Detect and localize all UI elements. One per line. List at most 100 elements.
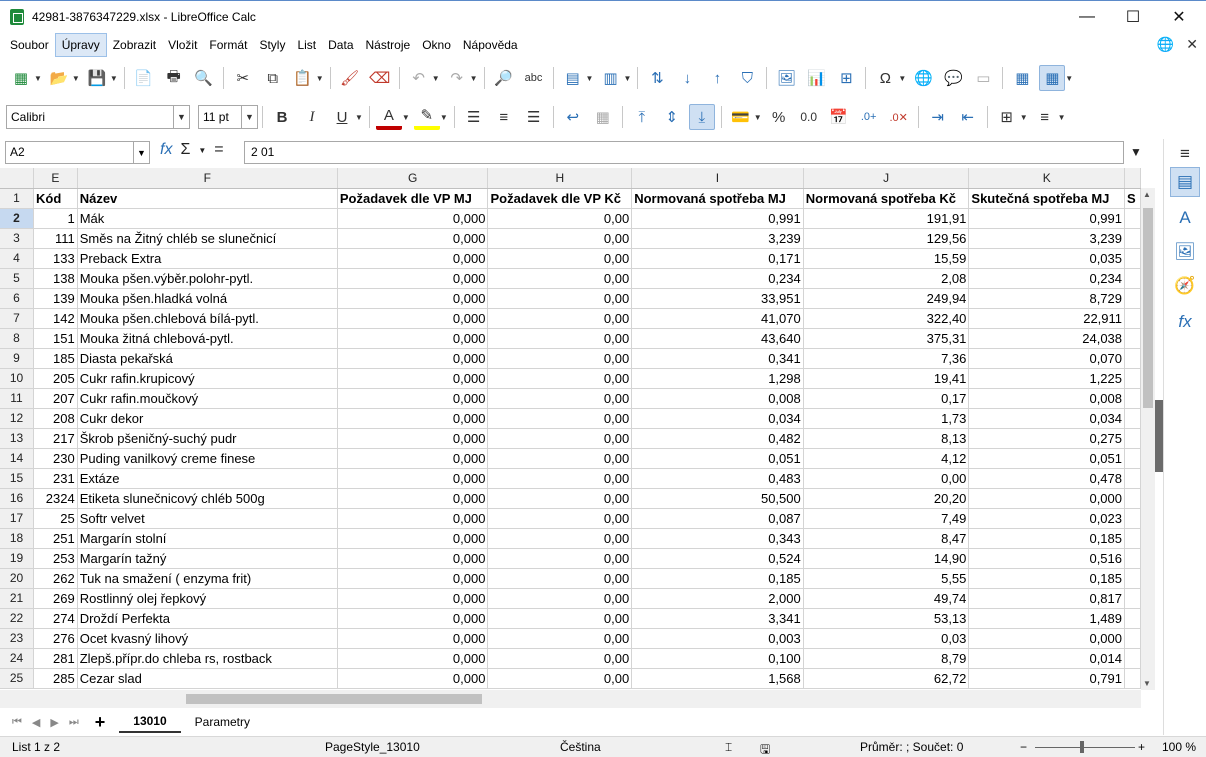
table-cell[interactable]: 33,951 bbox=[631, 288, 804, 309]
menu-file[interactable]: Soubor bbox=[4, 34, 55, 56]
row-header[interactable]: 21 bbox=[0, 588, 35, 609]
column-header[interactable] bbox=[1124, 168, 1141, 189]
align-bottom-icon[interactable]: ⤓ bbox=[688, 104, 715, 130]
row-header[interactable]: 11 bbox=[0, 388, 35, 409]
align-top-icon[interactable]: ⤒ bbox=[629, 104, 655, 130]
table-cell[interactable]: 205 bbox=[33, 368, 78, 389]
table-cell[interactable]: Margarín tažný bbox=[77, 548, 338, 569]
save-icon[interactable]: 💾 bbox=[84, 65, 110, 91]
merge-cells-icon[interactable]: ▦ bbox=[590, 104, 616, 130]
table-cell[interactable]: 111 bbox=[33, 228, 78, 249]
table-cell[interactable]: Normovaná spotřeba MJ bbox=[631, 188, 804, 209]
table-cell[interactable]: 269 bbox=[33, 588, 78, 609]
table-cell[interactable]: 142 bbox=[33, 308, 78, 329]
function-wizard-icon[interactable]: fx bbox=[160, 141, 172, 159]
table-cell[interactable]: 41,070 bbox=[631, 308, 804, 329]
table-cell[interactable]: 5,55 bbox=[803, 568, 970, 589]
table-cell[interactable]: 0,00 bbox=[487, 268, 633, 289]
table-cell[interactable]: 185 bbox=[33, 348, 78, 369]
print-icon[interactable]: 🖶 bbox=[161, 65, 187, 91]
table-cell[interactable]: Etiketa slunečnicový chléb 500g bbox=[77, 488, 338, 509]
table-cell[interactable]: 0,00 bbox=[487, 488, 633, 509]
table-cell[interactable]: 0,000 bbox=[337, 568, 489, 589]
table-cell[interactable]: Požadavek dle VP Kč bbox=[487, 188, 633, 209]
table-cell[interactable]: 0,000 bbox=[337, 228, 489, 249]
table-cell[interactable]: 129,56 bbox=[803, 228, 970, 249]
table-cell[interactable]: 0,000 bbox=[337, 288, 489, 309]
new-document-icon[interactable]: ▦ bbox=[8, 65, 34, 91]
table-cell[interactable]: Tuk na smažení ( enzyma frit) bbox=[77, 568, 338, 589]
table-cell[interactable]: 1 bbox=[33, 208, 78, 229]
delete-decimal-icon[interactable]: .0✕ bbox=[886, 104, 912, 130]
column-header[interactable]: G bbox=[337, 168, 489, 189]
table-cell[interactable]: 1,568 bbox=[631, 668, 804, 689]
zoom-out-icon[interactable]: − bbox=[1020, 740, 1027, 754]
column-header[interactable]: F bbox=[77, 168, 338, 189]
table-cell[interactable]: 0,00 bbox=[487, 308, 633, 329]
table-cell[interactable] bbox=[1124, 568, 1141, 589]
table-cell[interactable]: 0,00 bbox=[487, 528, 633, 549]
autofilter-icon[interactable]: ⛉ bbox=[734, 65, 760, 91]
selection-mode-icon[interactable]: ⌶ bbox=[725, 740, 732, 755]
table-cell[interactable]: 151 bbox=[33, 328, 78, 349]
row-header[interactable]: 23 bbox=[0, 628, 35, 649]
zoom-in-icon[interactable]: + bbox=[1138, 740, 1145, 754]
formula-input[interactable]: 2 01 bbox=[244, 141, 1124, 164]
table-cell[interactable]: 0,008 bbox=[631, 388, 804, 409]
table-cell[interactable] bbox=[1124, 348, 1141, 369]
table-cell[interactable]: Normovaná spotřeba Kč bbox=[803, 188, 970, 209]
table-cell[interactable]: 0,00 bbox=[487, 408, 633, 429]
table-cell[interactable] bbox=[1124, 288, 1141, 309]
table-cell[interactable]: 62,72 bbox=[803, 668, 970, 689]
percent-format-icon[interactable]: % bbox=[766, 104, 792, 130]
table-cell[interactable]: 0,00 bbox=[487, 368, 633, 389]
table-cell[interactable]: 2,08 bbox=[803, 268, 970, 289]
table-cell[interactable]: 43,640 bbox=[631, 328, 804, 349]
table-cell[interactable]: Cukr rafin.krupicový bbox=[77, 368, 338, 389]
horizontal-scrollbar[interactable] bbox=[0, 690, 1141, 708]
chevron-down-icon[interactable]: ▼ bbox=[198, 146, 206, 155]
table-cell[interactable]: Softr velvet bbox=[77, 508, 338, 529]
table-cell[interactable]: Škrob pšeničný-suchý pudr bbox=[77, 428, 338, 449]
row-header[interactable]: 10 bbox=[0, 368, 35, 389]
insert-image-icon[interactable]: 🖼 bbox=[773, 65, 799, 91]
table-cell[interactable]: 0,17 bbox=[803, 388, 970, 409]
table-cell[interactable]: 0,000 bbox=[337, 348, 489, 369]
table-cell[interactable] bbox=[1124, 488, 1141, 509]
gallery-icon[interactable]: 🖼 bbox=[1170, 237, 1200, 267]
sidebar-menu-icon[interactable]: ≡ bbox=[1170, 139, 1200, 169]
table-cell[interactable]: 0,185 bbox=[968, 568, 1126, 589]
define-print-area-icon[interactable]: ▦ bbox=[1009, 65, 1035, 91]
table-cell[interactable] bbox=[1124, 368, 1141, 389]
row-header[interactable]: 3 bbox=[0, 228, 35, 249]
table-cell[interactable]: Preback Extra bbox=[77, 248, 338, 269]
italic-icon[interactable]: I bbox=[299, 104, 325, 130]
menu-data[interactable]: Data bbox=[322, 34, 359, 56]
row-header[interactable]: 4 bbox=[0, 248, 35, 269]
menu-window[interactable]: Okno bbox=[416, 34, 457, 56]
table-cell[interactable]: 53,13 bbox=[803, 608, 970, 629]
row-header[interactable]: 17 bbox=[0, 508, 35, 529]
table-cell[interactable]: 0,343 bbox=[631, 528, 804, 549]
table-cell[interactable]: 0,00 bbox=[487, 228, 633, 249]
table-cell[interactable]: 7,36 bbox=[803, 348, 970, 369]
table-cell[interactable] bbox=[1124, 468, 1141, 489]
table-cell[interactable]: 230 bbox=[33, 448, 78, 469]
table-cell[interactable]: 0,00 bbox=[487, 668, 633, 689]
table-cell[interactable]: 0,000 bbox=[337, 488, 489, 509]
table-cell[interactable]: Požadavek dle VP MJ bbox=[337, 188, 489, 209]
column-header[interactable]: E bbox=[33, 168, 78, 189]
table-cell[interactable]: Diasta pekařská bbox=[77, 348, 338, 369]
row-header[interactable]: 2 bbox=[0, 208, 35, 229]
table-cell[interactable]: 0,014 bbox=[968, 648, 1126, 669]
table-cell[interactable]: Rostlinný olej řepkový bbox=[77, 588, 338, 609]
spelling-icon[interactable]: abc bbox=[521, 65, 547, 91]
table-cell[interactable]: 217 bbox=[33, 428, 78, 449]
spreadsheet-grid[interactable]: E F G H I J K 1 Kód Název Požadavek dle … bbox=[0, 168, 1141, 690]
table-cell[interactable] bbox=[1124, 448, 1141, 469]
sheet-tab[interactable]: 13010 bbox=[119, 711, 181, 733]
menu-insert[interactable]: Vložit bbox=[162, 34, 203, 56]
table-cell[interactable]: 0,791 bbox=[968, 668, 1126, 689]
table-cell[interactable]: Droždí Perfekta bbox=[77, 608, 338, 629]
table-cell[interactable] bbox=[1124, 248, 1141, 269]
